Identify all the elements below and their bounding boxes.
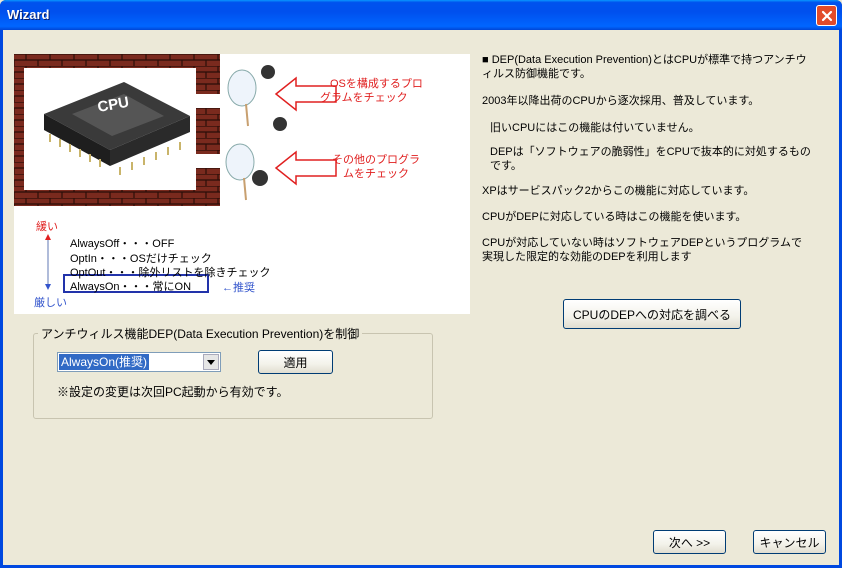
net-icon — [225, 143, 255, 201]
dep-mode-select[interactable]: AlwaysOn(推奨) — [57, 352, 221, 372]
recommended-label: ←推奨 — [222, 282, 255, 294]
scale-top-label: 緩い — [36, 221, 58, 233]
description-old-cpu: 旧いCPUにはこの機能は付いていません。 — [490, 122, 700, 134]
close-button[interactable] — [816, 5, 837, 26]
dep-mode-select-value: AlwaysOn(推奨) — [59, 354, 150, 370]
callout-os-line2: グラムをチェック — [320, 92, 408, 104]
net-icon — [227, 69, 257, 127]
dropdown-arrow-button[interactable] — [203, 354, 219, 370]
next-button[interactable]: 次へ >> — [653, 530, 726, 554]
cancel-button[interactable]: キャンセル — [753, 530, 826, 554]
description-cpu-support: CPUがDEPに対応している時はこの機能を使います。 — [482, 211, 747, 223]
dep-control-group — [33, 333, 433, 419]
callout-other-line2: ムをチェック — [343, 168, 409, 180]
check-cpu-dep-button[interactable]: CPUのDEPへの対応を調べる — [563, 299, 741, 329]
description-intro: ■ DEP(Data Execution Prevention)とはCPUが標準… — [482, 54, 807, 80]
arrow-left-icon — [274, 150, 337, 186]
description-software-dep: CPUが対応していない時はソフトウェアDEPというプログラムで実現した限定的な効… — [482, 237, 802, 263]
apply-button[interactable]: 適用 — [258, 350, 333, 374]
description-xp: XPはサービスパック2からこの機能に対応しています。 — [482, 185, 755, 197]
close-icon — [821, 10, 832, 21]
dep-control-group-label: アンチウィルス機能DEP(Data Execution Prevention)を… — [38, 325, 363, 342]
chevron-down-icon — [207, 359, 215, 365]
mode-always-off: AlwaysOff・・・OFF — [70, 238, 175, 250]
description-adoption: 2003年以降出荷のCPUから逐次採用、普及しています。 — [482, 95, 760, 107]
mode-always-on: AlwaysOn・・・常にON — [70, 281, 192, 293]
title-bar[interactable]: Wizard — [0, 0, 842, 30]
window-title: Wizard — [7, 7, 50, 22]
description-vulnerability: DEPは「ソフトウェアの脆弱性」をCPUで抜本的に対処するものです。 — [490, 146, 811, 172]
restart-note: ※設定の変更は次回PC起動から有効です。 — [57, 385, 289, 399]
dep-illustration: CPU OSを構成するプロ グラムをチェック その他のプログラ ムをチェック 緩… — [14, 54, 470, 314]
scale-bottom-label: 厳しい — [34, 297, 67, 309]
